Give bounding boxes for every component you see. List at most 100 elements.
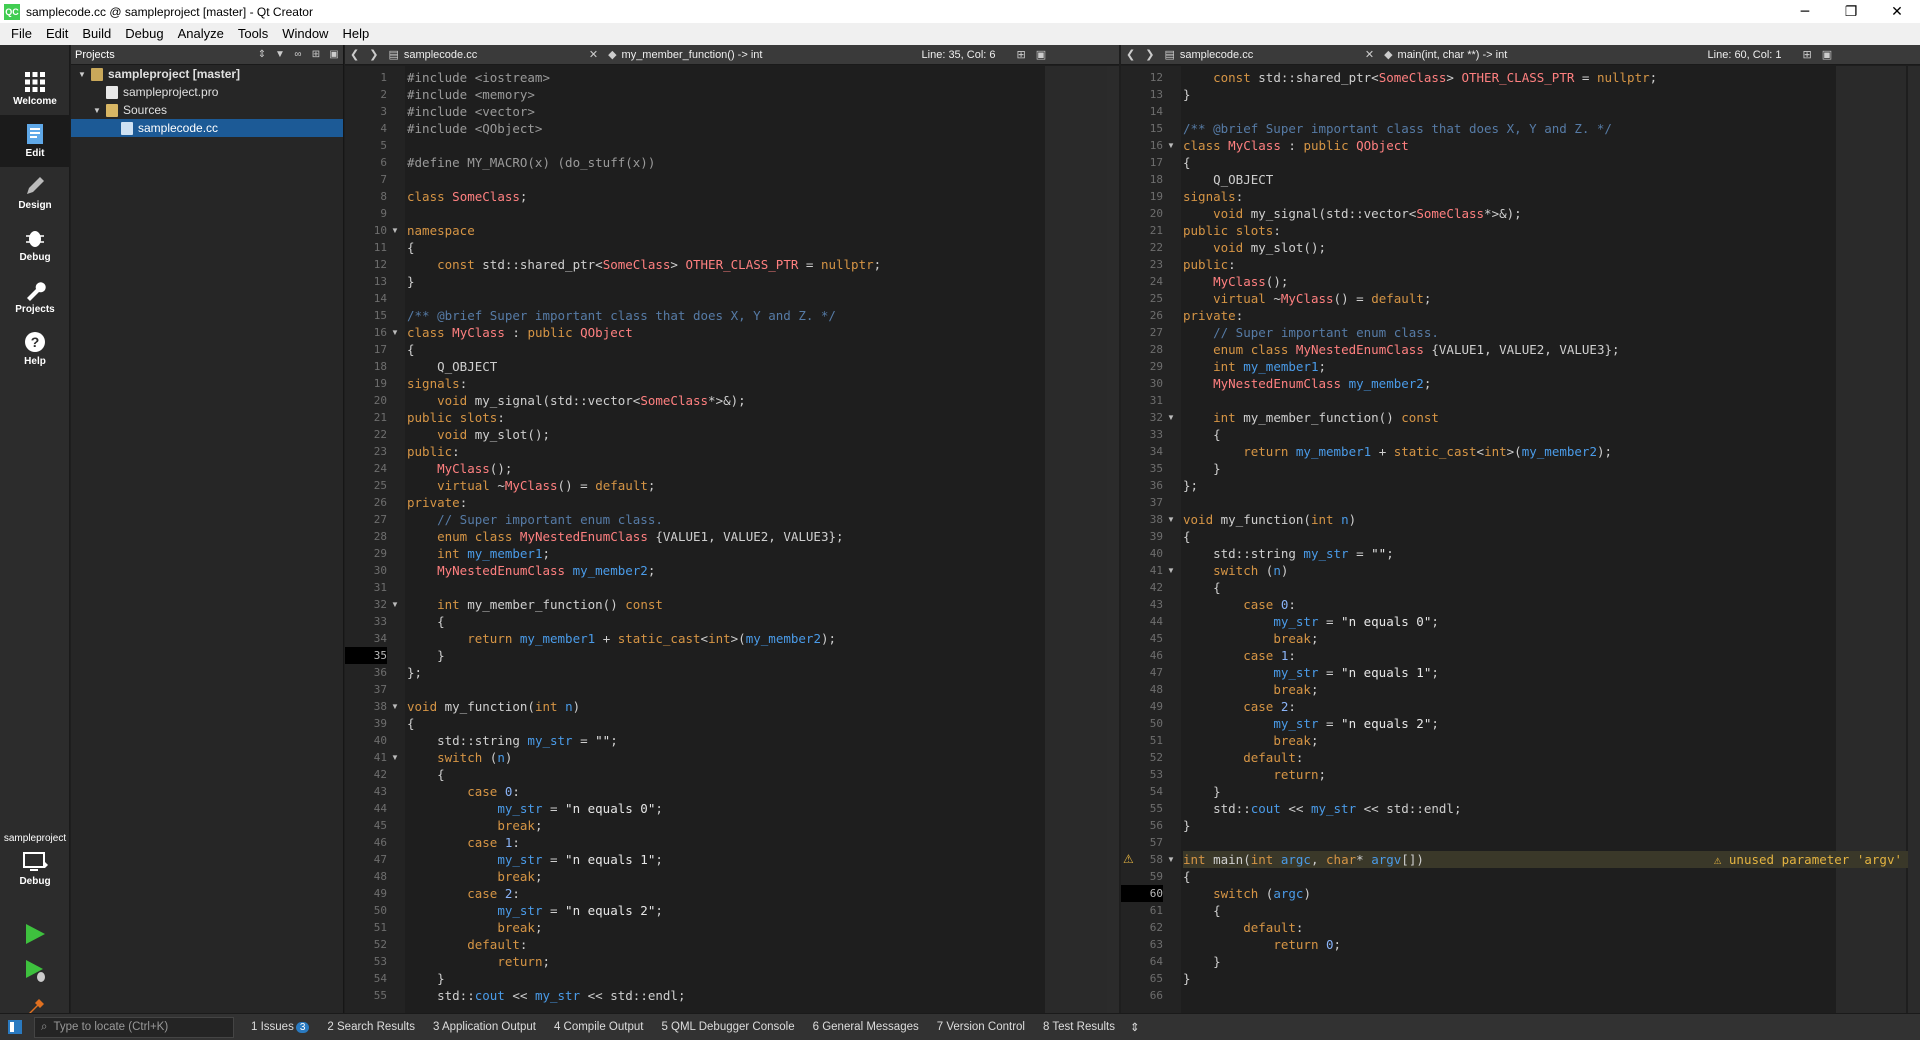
mode-design[interactable]: Design [0, 167, 70, 219]
mode-debug[interactable]: Debug [0, 219, 70, 271]
issues-count-badge: 3 [295, 1022, 310, 1033]
sidebar-toggle-icon[interactable] [8, 1020, 22, 1034]
left-line-number: 39 [373, 717, 387, 730]
left-line-number: 43 [373, 785, 387, 798]
menu-file[interactable]: File [4, 23, 39, 45]
maximize-icon[interactable]: ❐ [1828, 4, 1874, 20]
qt-creator-logo-icon: QC [4, 3, 20, 20]
left-line-number: 29 [373, 547, 387, 560]
right-close-document-icon[interactable]: ✕ [1360, 48, 1379, 61]
tree-item[interactable]: samplecode.cc [71, 119, 343, 137]
left-fold-marker-icon[interactable]: ▼ [389, 698, 401, 715]
right-fold-marker-icon[interactable]: ▼ [1165, 137, 1177, 154]
right-fold-marker-icon[interactable]: ▼ [1165, 511, 1177, 528]
right-fold-marker-icon[interactable]: ▼ [1165, 562, 1177, 579]
left-forward-icon[interactable]: ❯ [364, 48, 383, 61]
updown-icon[interactable]: ⇕ [1130, 1020, 1140, 1034]
left-code-area[interactable]: 1 #include <iostream> 2 #include <memory> 3 #… [345, 66, 1107, 1013]
menu-bar: File Edit Build Debug Analyze Tools Wind… [0, 23, 1920, 45]
right-editor[interactable]: ❮ ❯ ▤ samplecode.cc ✕ ◆ main(int, char **) -> … [1121, 45, 1920, 1013]
right-cursor-position[interactable]: Line: 60, Col: 1 [1708, 49, 1798, 61]
tree-item[interactable]: sampleproject.pro [71, 83, 343, 101]
mode-help[interactable]: ? Help [0, 323, 70, 375]
menu-window[interactable]: Window [275, 23, 335, 45]
output-pane-compile-output[interactable]: 4 Compile Output [545, 1021, 653, 1033]
output-pane-qml-debugger-console[interactable]: 5 QML Debugger Console [652, 1021, 803, 1033]
left-cursor-position[interactable]: Line: 35, Col: 6 [922, 49, 1012, 61]
left-close-split-icon[interactable]: ▣ [1031, 48, 1051, 61]
left-line-number: 47 [373, 853, 387, 866]
output-pane-number: 5 [661, 1021, 672, 1033]
left-line-number: 23 [373, 445, 387, 458]
expand-arrow-icon[interactable]: ▼ [77, 70, 87, 79]
right-symbol-selector[interactable]: main(int, char **) -> int [1398, 49, 1708, 61]
right-warning-gutter-icon[interactable]: ⚠ [1123, 851, 1134, 868]
right-vertical-scrollbar[interactable] [1908, 66, 1920, 1013]
left-fold-marker-icon[interactable]: ▼ [389, 324, 401, 341]
menu-build[interactable]: Build [75, 23, 118, 45]
right-fold-marker-icon[interactable]: ▼ [1165, 409, 1177, 426]
mode-welcome[interactable]: Welcome [0, 63, 70, 115]
left-close-document-icon[interactable]: ✕ [584, 48, 603, 61]
right-fold-marker-icon[interactable]: ▼ [1165, 851, 1177, 868]
output-pane-search-results[interactable]: 2 Search Results [318, 1021, 424, 1033]
output-pane-issues[interactable]: 1 Issues 3 [242, 1021, 318, 1033]
left-line-number: 3 [380, 105, 387, 118]
link-icon[interactable]: ∞ [289, 49, 307, 60]
left-editor[interactable]: ❮ ❯ ▤ samplecode.cc ✕ ◆ my_member_function() -… [345, 45, 1119, 1013]
right-line-number: 40 [1149, 547, 1163, 560]
right-code-area[interactable]: 12 const std::shared_ptr<SomeClass> OTHE… [1121, 66, 1908, 1013]
left-code-line: } [407, 971, 445, 986]
tree-item[interactable]: ▼ sampleproject [master] [71, 65, 343, 83]
right-split-icon[interactable]: ⊞ [1798, 48, 1817, 61]
left-fold-marker-icon[interactable]: ▼ [389, 749, 401, 766]
right-close-split-icon[interactable]: ▣ [1817, 48, 1837, 61]
filter-icon[interactable]: ▼ [271, 49, 289, 60]
minimize-icon[interactable]: ─ [1782, 4, 1828, 20]
left-open-documents-selector[interactable]: samplecode.cc [404, 49, 584, 61]
left-symbol-selector[interactable]: my_member_function() -> int [622, 49, 922, 61]
left-vertical-scrollbar[interactable] [1107, 66, 1119, 1013]
output-pane-general-messages[interactable]: 6 General Messages [804, 1021, 928, 1033]
mode-projects[interactable]: Projects [0, 271, 70, 323]
left-fold-marker-icon[interactable]: ▼ [389, 596, 401, 613]
debug-run-icon[interactable] [22, 957, 48, 983]
right-code-line: case 2: [1243, 699, 1296, 714]
locator-input[interactable]: ⌕ Type to locate (Ctrl+K) [34, 1016, 234, 1038]
menu-analyze[interactable]: Analyze [171, 23, 231, 45]
projects-view-selector[interactable]: Projects [75, 49, 253, 61]
expand-arrow-icon[interactable]: ▼ [92, 106, 102, 115]
right-open-documents-selector[interactable]: samplecode.cc [1180, 49, 1360, 61]
run-icon[interactable] [22, 921, 48, 947]
right-line-number: 66 [1149, 989, 1163, 1002]
tree-item[interactable]: ▼ Sources [71, 101, 343, 119]
right-back-icon[interactable]: ❮ [1121, 48, 1140, 61]
output-pane-test-results[interactable]: 8 Test Results [1034, 1021, 1124, 1033]
right-forward-icon[interactable]: ❯ [1140, 48, 1159, 61]
mode-edit[interactable]: Edit [0, 115, 70, 167]
split-icon[interactable]: ⊞ [307, 49, 325, 60]
left-split-icon[interactable]: ⊞ [1012, 48, 1031, 61]
menu-edit[interactable]: Edit [39, 23, 75, 45]
output-pane-version-control[interactable]: 7 Version Control [928, 1021, 1034, 1033]
kit-selector[interactable]: Debug [0, 850, 70, 900]
right-line-number: 21 [1149, 224, 1163, 237]
left-line-number: 7 [380, 173, 387, 186]
output-pane-application-output[interactable]: 3 Application Output [424, 1021, 545, 1033]
right-code-line: int main(int argc, char* argv[]) [1183, 852, 1424, 867]
left-line-number: 15 [373, 309, 387, 322]
menu-debug[interactable]: Debug [118, 23, 170, 45]
close-pane-icon[interactable]: ▣ [325, 49, 343, 60]
right-line-number: 24 [1149, 275, 1163, 288]
left-back-icon[interactable]: ❮ [345, 48, 364, 61]
right-code-line: private: [1183, 308, 1244, 323]
left-fold-marker-icon[interactable]: ▼ [389, 222, 401, 239]
menu-help[interactable]: Help [335, 23, 376, 45]
left-code-line: #include <iostream> [407, 70, 550, 85]
left-code-line: break; [497, 920, 543, 935]
updown-icon[interactable]: ⇕ [253, 49, 271, 60]
menu-tools[interactable]: Tools [231, 23, 275, 45]
left-line-number: 25 [373, 479, 387, 492]
left-line-number: 28 [373, 530, 387, 543]
close-icon[interactable]: ✕ [1874, 4, 1920, 20]
